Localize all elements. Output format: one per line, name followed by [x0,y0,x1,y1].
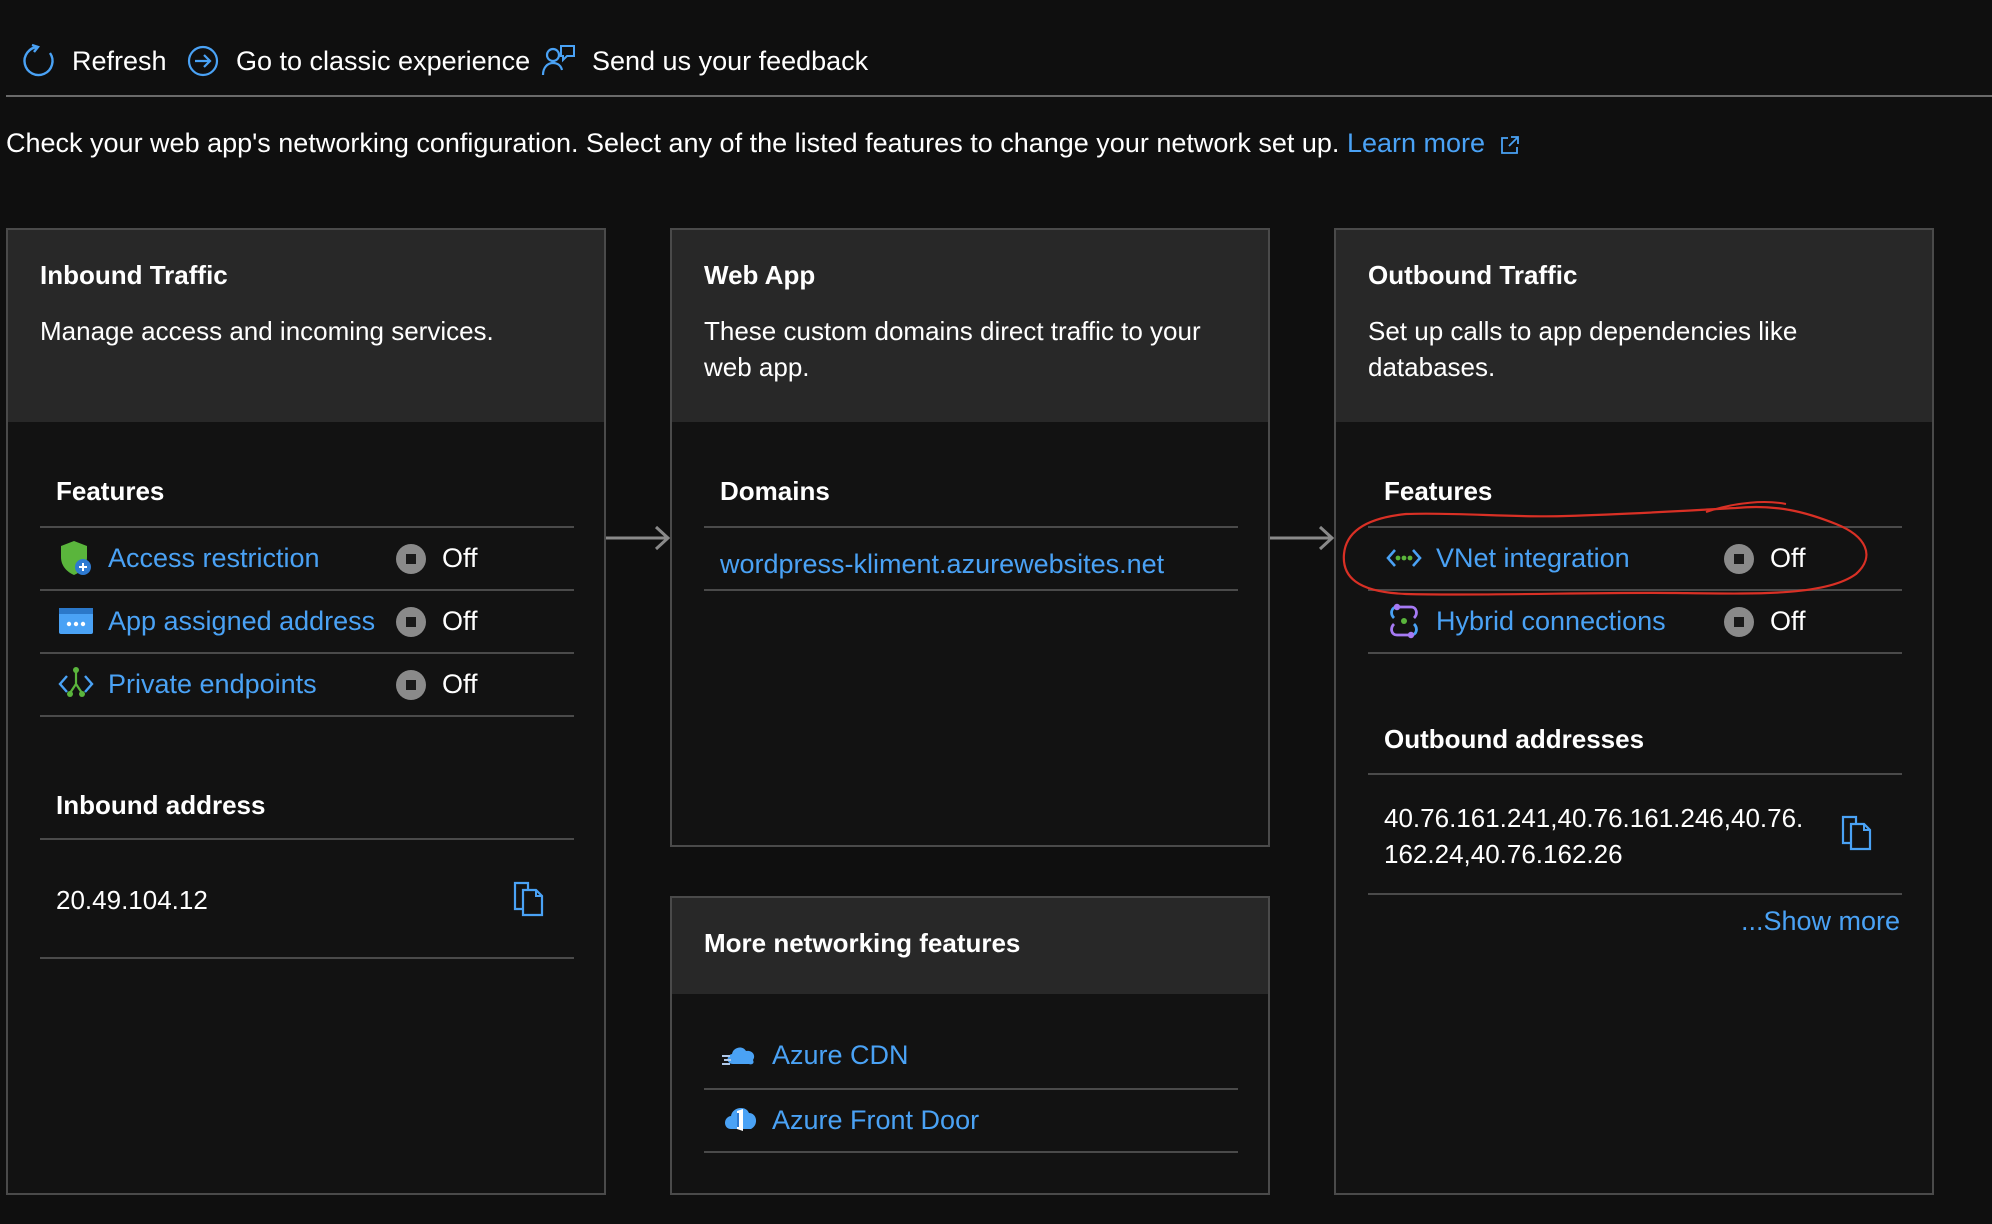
status-label: Off [442,606,478,636]
azure-cdn-link[interactable]: Azure CDN [772,1040,909,1071]
copy-icon[interactable] [512,880,546,918]
feature-access-restriction[interactable]: Access restriction [56,527,320,589]
outbound-addresses-value: 40.76.161.241,40.76.161.246,40.76.162.24… [1384,803,1804,869]
app-assigned-address-link[interactable]: App assigned address [108,606,375,637]
azure-cdn-item[interactable]: Azure CDN [720,1024,909,1086]
outbound-traffic-card: Outbound Traffic Set up calls to app dep… [1334,228,1934,1195]
feedback-button[interactable]: Send us your feedback [540,38,868,84]
status-label: Off [1770,606,1806,636]
divider [40,838,574,840]
web-app-description: These custom domains direct traffic to y… [704,316,1201,382]
status-label: Off [442,543,478,573]
divider [704,526,1238,528]
intro-text: Check your web app's networking configur… [6,128,1521,159]
classic-experience-label: Go to classic experience [236,45,531,76]
status-off-icon [396,543,426,574]
web-app-card-header: Web App These custom domains direct traf… [672,230,1268,422]
domains-title: Domains [720,476,830,506]
outbound-addresses-title: Outbound addresses [1384,724,1645,754]
show-more-link[interactable]: ...Show more [1741,906,1900,937]
domain-link[interactable]: wordpress-kliment.azurewebsites.net [720,549,1164,580]
inbound-address-title: Inbound address [56,790,266,820]
divider [704,589,1238,591]
private-endpoint-icon [56,664,96,704]
divider [1368,652,1902,654]
private-endpoints-link[interactable]: Private endpoints [108,669,317,700]
divider [1368,893,1902,895]
status-off-icon [1724,606,1754,637]
inbound-card-header: Inbound Traffic Manage access and incomi… [8,230,604,422]
status-label: Off [442,669,478,699]
web-app-card: Web App These custom domains direct traf… [670,228,1270,847]
hybrid-connections-status: Off [1724,606,1806,637]
feedback-label: Send us your feedback [592,45,869,76]
refresh-icon [23,43,54,77]
divider [704,1151,1238,1153]
address-card-icon [56,601,96,641]
app-assigned-address-status: Off [396,606,478,637]
classic-experience-button[interactable]: Go to classic experience [186,38,530,84]
intro-description: Check your web app's networking configur… [6,128,1340,158]
divider [40,957,574,959]
outbound-card-header: Outbound Traffic Set up calls to app dep… [1336,230,1932,422]
command-bar: Refresh Go to classic experience Send us… [0,0,1992,97]
hybrid-connections-link[interactable]: Hybrid connections [1436,606,1666,637]
divider [1368,773,1902,775]
feedback-icon [541,45,575,76]
inbound-description: Manage access and incoming services. [40,316,494,346]
divider [40,715,574,717]
toolbar-divider [6,95,1992,97]
more-networking-header: More networking features [672,898,1268,994]
azure-front-door-link[interactable]: Azure Front Door [772,1105,979,1136]
refresh-label: Refresh [72,45,167,76]
front-door-icon [720,1100,760,1140]
learn-more-link[interactable]: Learn more [1347,128,1521,158]
more-networking-card: More networking features Azure CDN Azure… [670,896,1270,1195]
private-endpoints-status: Off [396,669,478,700]
outbound-title: Outbound Traffic [1368,260,1578,290]
copy-icon[interactable] [1840,814,1874,852]
status-off-icon [396,606,426,637]
shield-icon [56,538,96,578]
domain-item[interactable]: wordpress-kliment.azurewebsites.net [720,533,1164,595]
annotation-circle [1342,501,1868,596]
azure-front-door-item[interactable]: Azure Front Door [720,1089,979,1151]
learn-more-label: Learn more [1346,128,1486,158]
feature-app-assigned-address[interactable]: App assigned address [56,590,375,652]
status-off-icon [396,669,426,700]
inbound-title: Inbound Traffic [40,260,228,290]
hybrid-connection-icon [1384,601,1424,641]
access-restriction-link[interactable]: Access restriction [108,543,320,574]
web-app-title: Web App [704,260,816,290]
arrow-circle-icon [187,45,219,77]
cdn-cloud-icon [720,1035,760,1075]
inbound-traffic-card: Inbound Traffic Manage access and incomi… [6,228,606,1195]
flow-arrow-icon [1270,525,1335,551]
external-link-icon [1500,135,1519,154]
feature-private-endpoints[interactable]: Private endpoints [56,653,317,715]
inbound-address-value: 20.49.104.12 [56,885,208,915]
more-networking-title: More networking features [704,928,1021,958]
inbound-features-title: Features [56,476,165,506]
refresh-button[interactable]: Refresh [20,38,167,84]
outbound-description: Set up calls to app dependencies like da… [1368,316,1798,382]
flow-arrow-icon [606,525,671,551]
access-restriction-status: Off [396,543,478,574]
